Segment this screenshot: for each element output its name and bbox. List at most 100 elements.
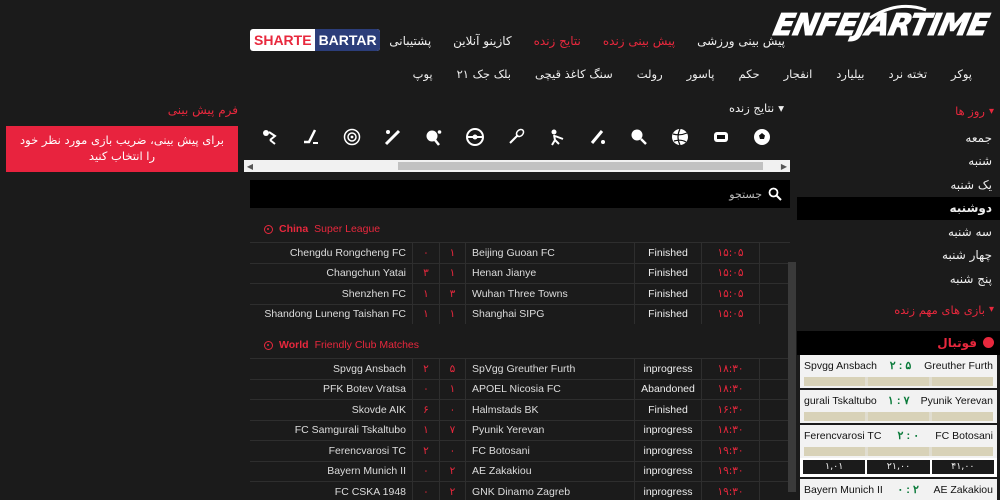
day-item[interactable]: جمعه	[797, 126, 1000, 150]
odds-button[interactable]: ۴۱,۰۰	[931, 459, 994, 474]
match-time: ۱۸:۳۰	[702, 420, 760, 440]
main-nav-item[interactable]: پیش بینی زنده	[603, 34, 675, 48]
sport-tab[interactable]	[292, 122, 329, 152]
main-nav-item[interactable]: پیش بینی ورزشی	[697, 34, 785, 48]
sport-tab[interactable]	[579, 122, 616, 152]
casino-nav-item[interactable]: بیلیارد	[836, 67, 864, 81]
match-row[interactable]: Skovde AIK ۶ ۰ Halmstads BK Finished ۱۶:۳۰	[250, 399, 790, 420]
top-header: ENFEJARTIME پیش بینی ورزشی پیش بینی زنده ن…	[0, 0, 1000, 95]
odds-button[interactable]: ۱,۰۱	[803, 459, 866, 474]
day-item[interactable]: شنبه	[797, 150, 1000, 174]
featured-away-team: Greuther Furth	[924, 359, 993, 372]
casino-nav-item[interactable]: پاسور	[687, 67, 715, 81]
scroll-thumb[interactable]	[398, 162, 763, 170]
main-nav-item[interactable]: نتایج زنده	[534, 34, 581, 48]
casino-nav-item[interactable]: پوکر	[951, 67, 972, 81]
match-row[interactable]: Bayern Munich II ۰ ۲ AE Zakakiou inprogress ۱…	[250, 460, 790, 481]
featured-score: ۰ : ۲	[897, 484, 919, 496]
home-team: Shandong Luneng Taishan FC	[264, 308, 406, 321]
away-score: ۵	[439, 359, 466, 379]
league-header[interactable]: China Super League	[244, 216, 790, 242]
search-icon[interactable]	[768, 187, 782, 201]
featured-match-row: gurali Tskaltubo ۱ : ۷ Pyunik Yerevan	[800, 390, 997, 412]
featured-match-card[interactable]: Spvgg Ansbach ۲ : ۵ Greuther Furth	[800, 354, 997, 390]
hot-matches-header[interactable]: ▾ بازی های مهم زنده	[797, 299, 1000, 321]
main-nav-item[interactable]: کازینو آنلاین	[453, 34, 511, 48]
match-time: ۱۶:۳۰	[702, 400, 760, 420]
sport-tab[interactable]	[415, 122, 452, 152]
sport-tab[interactable]	[661, 122, 698, 152]
match-row[interactable]: Chengdu Rongcheng FC ۰ ۱ Beijing Guoan FC Fi…	[250, 242, 790, 263]
casino-nav-item[interactable]: انفجار	[784, 67, 813, 81]
match-row[interactable]: FC CSKA 1948 ۰ ۲ GNK Dinamo Zagreb inprogres…	[250, 481, 790, 500]
day-item[interactable]: یک شنبه	[797, 173, 1000, 197]
featured-match-card[interactable]: gurali Tskaltubo ۱ : ۷ Pyunik Yerevan	[800, 389, 997, 425]
scroll-right-icon[interactable]: ▶	[778, 160, 790, 172]
days-header[interactable]: ▾ روز ها	[797, 100, 1000, 122]
casino-nav-item[interactable]: بلک جک ۲۱	[457, 67, 511, 81]
live-results-header[interactable]: ▾ نتایج زنده	[244, 100, 790, 116]
bet-form-title: فرم پیش بینی	[167, 103, 238, 117]
match-row[interactable]: Changchun Yatai ۳ ۱ Henan Jianye Finished ۱۵:…	[250, 262, 790, 283]
home-team: Bayern Munich II	[327, 465, 406, 478]
main-nav-item[interactable]: پشتیبانی	[389, 34, 431, 48]
sport-tab[interactable]	[456, 122, 493, 152]
match-row[interactable]: Shandong Luneng Taishan FC ۱ ۱ Shanghai SIP…	[250, 303, 790, 324]
soccer-title-bar[interactable]: فوتبال	[797, 330, 1000, 355]
sport-scrollbar[interactable]: ◀ ▶	[244, 160, 790, 172]
sport-tab[interactable]	[538, 122, 575, 152]
field-hockey-icon	[550, 129, 563, 146]
featured-match-card[interactable]: Ferencvarosi TC ۲ : ۰ FC Botosani ۱,۰۱ ۲۱,۰۰…	[800, 424, 997, 479]
day-item[interactable]: دوشنبه	[797, 196, 1000, 220]
odds-placeholder-bar	[804, 446, 993, 456]
sponsor-logo[interactable]: SHARTE BARTAR	[250, 29, 380, 51]
match-row[interactable]: FC Samgurali Tskaltubo ۱ ۷ Pyunik Yerevan in…	[250, 419, 790, 440]
match-status: Finished	[634, 304, 702, 324]
league-flag-icon	[264, 224, 273, 234]
featured-away-team: Pyunik Yerevan	[920, 394, 993, 407]
match-time: ۱۸:۳۰	[702, 379, 760, 399]
chevron-down-icon: ▾	[988, 304, 994, 315]
sport-icons	[251, 122, 780, 152]
featured-home-team: Ferencvarosi TC	[804, 429, 882, 442]
league-header[interactable]: World Friendly Club Matches	[244, 332, 790, 358]
featured-match-card[interactable]: Bayern Munich II ۰ : ۲ AE Zakakiou	[800, 478, 997, 500]
casino-nav-item[interactable]: سنگ کاغذ قیچی	[535, 67, 613, 81]
casino-nav-item[interactable]: رولت	[637, 67, 663, 81]
day-item[interactable]: چهار شنبه	[797, 244, 1000, 268]
sport-tab[interactable]	[251, 122, 288, 152]
away-score: ۰	[439, 441, 466, 461]
odds-placeholder-bar	[804, 411, 993, 421]
cricket-icon	[590, 130, 605, 144]
home-team: Skovde AIK	[351, 403, 406, 416]
casino-nav-item[interactable]: تخته نرد	[888, 67, 927, 81]
scroll-left-icon[interactable]: ◀	[244, 160, 256, 172]
away-score: ۱	[439, 304, 466, 324]
search-input[interactable]	[282, 187, 762, 201]
chevron-down-icon: ▾	[988, 105, 994, 117]
sport-tab[interactable]	[702, 122, 739, 152]
sport-tab[interactable]	[497, 122, 534, 152]
match-row[interactable]: PFK Botev Vratsa ۰ ۱ APOEL Nicosia FC Abando…	[250, 378, 790, 399]
day-item[interactable]: سه شنبه	[797, 220, 1000, 244]
results-scrollbar[interactable]	[788, 262, 796, 492]
main-nav: پیش بینی ورزشی پیش بینی زنده نتایج زنده کاز…	[338, 34, 785, 48]
site-logo[interactable]: ENFEJARTIME	[770, 4, 992, 50]
day-item[interactable]: پنج شنبه	[797, 267, 1000, 291]
casino-nav-item[interactable]: حکم	[738, 67, 759, 81]
away-team: AE Zakakiou	[472, 465, 532, 478]
home-score: ۰	[412, 461, 439, 481]
casino-nav: پوکر تخته نرد بیلیارد انفجار حکم پاسور رولت سنگ…	[413, 67, 972, 81]
match-row[interactable]: Ferencvarosi TC ۲ ۰ FC Botosani inprogress ۱۹…	[250, 440, 790, 461]
sport-tab[interactable]	[743, 122, 780, 152]
casino-nav-item[interactable]: پوپ	[413, 67, 433, 81]
sponsor-part1: SHARTE	[254, 32, 312, 48]
match-row[interactable]: Spvgg Ansbach ۲ ۵ SpVgg Greuther Furth inpro…	[250, 358, 790, 379]
sport-tab[interactable]	[620, 122, 657, 152]
sport-tab[interactable]	[333, 122, 370, 152]
sport-tab[interactable]	[374, 122, 411, 152]
home-team: Spvgg Ansbach	[333, 362, 406, 375]
ping-pong-icon	[631, 129, 647, 145]
match-row[interactable]: Shenzhen FC ۱ ۳ Wuhan Three Towns Finished ۱۵…	[250, 283, 790, 304]
odds-button[interactable]: ۲۱,۰۰	[867, 459, 930, 474]
